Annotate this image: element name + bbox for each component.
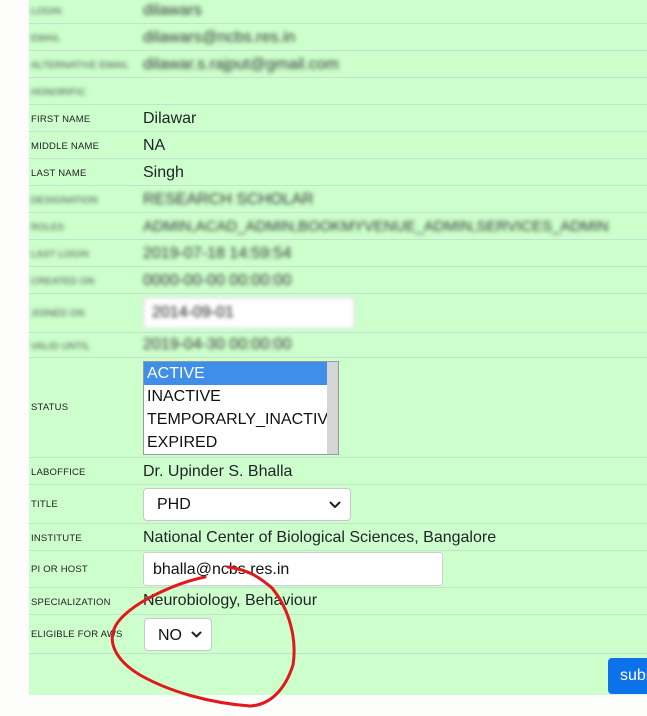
eligible-for-aws-select[interactable]: NO xyxy=(144,618,212,651)
row-honorific: HONORIFIC xyxy=(29,78,647,105)
chevron-down-icon xyxy=(191,631,202,638)
status-option-inactive[interactable]: INACTIVE xyxy=(144,385,338,408)
alternative-email-value: dilawar.s.rajput@gmail.com xyxy=(143,56,339,73)
row-status: STATUS ACTIVE INACTIVE TEMPORARLY_INACTI… xyxy=(29,358,647,458)
pi-or-host-label: PI OR HOST xyxy=(31,564,88,575)
row-last-login: LAST LOGIN 2019-07-18 14:59:54 xyxy=(29,240,647,267)
first-name-value: Dilawar xyxy=(143,110,197,127)
row-laboffice: LABOFFICE Dr. Upinder S. Bhalla xyxy=(29,458,647,485)
valid-until-label: VALID UNTIL xyxy=(31,341,91,352)
pi-or-host-input[interactable]: bhalla@ncbs.res.in xyxy=(143,552,443,586)
status-listbox-scrollbar[interactable] xyxy=(327,362,338,454)
status-option-active[interactable]: ACTIVE xyxy=(144,362,338,385)
title-select-value: PHD xyxy=(157,496,191,513)
row-login: LOGIN dilawars xyxy=(29,0,647,24)
created-on-value: 0000-00-00 00:00:00 xyxy=(143,272,292,289)
specialization-value: Neurobiology, Behaviour xyxy=(143,592,318,609)
row-joined-on: JOINED ON 2014-09-01 xyxy=(29,294,647,333)
login-value: dilawars xyxy=(143,2,202,19)
joined-on-label: JOINED ON xyxy=(31,308,85,319)
email-value: dilawars@ncbs.res.in xyxy=(143,29,296,46)
roles-label: ROLES xyxy=(31,222,65,233)
row-institute: INSTITUTE National Center of Biological … xyxy=(29,524,647,551)
title-label: TITLE xyxy=(31,499,58,510)
row-middle-name: MIDDLE NAME NA xyxy=(29,132,647,159)
laboffice-label: LABOFFICE xyxy=(31,467,86,478)
status-listbox[interactable]: ACTIVE INACTIVE TEMPORARLY_INACTIVE EXPI… xyxy=(143,361,339,455)
row-valid-until: VALID UNTIL 2019-04-30 00:00:00 xyxy=(29,333,647,358)
pi-or-host-value: bhalla@ncbs.res.in xyxy=(153,561,290,578)
alternative-email-label: ALTERNATIVE EMAIL xyxy=(31,60,130,71)
row-first-name: FIRST NAME Dilawar xyxy=(29,105,647,132)
eligible-for-aws-value: NO xyxy=(158,627,182,644)
row-title: TITLE PHD xyxy=(29,485,647,524)
row-email: EMAIL dilawars@ncbs.res.in xyxy=(29,24,647,51)
eligible-for-aws-label: ELIGIBLE FOR AWS xyxy=(31,629,123,640)
designation-label: DESIGNATION xyxy=(31,195,98,206)
joined-on-date-input[interactable]: 2014-09-01 xyxy=(143,297,355,329)
first-name-label: FIRST NAME xyxy=(31,114,91,125)
row-roles: ROLES ADMIN,ACAD_ADMIN,BOOKMYVENUE_ADMIN… xyxy=(29,213,647,240)
designation-value: RESEARCH SCHOLAR xyxy=(143,191,314,208)
middle-name-label: MIDDLE NAME xyxy=(31,141,100,152)
specialization-label: SPECIALIZATION xyxy=(31,597,111,608)
joined-on-value: 2014-09-01 xyxy=(152,304,234,321)
laboffice-value: Dr. Upinder S. Bhalla xyxy=(143,463,293,480)
roles-value: ADMIN,ACAD_ADMIN,BOOKMYVENUE_ADMIN,SERVI… xyxy=(143,218,609,235)
chevron-down-icon xyxy=(329,501,341,508)
last-name-value: Singh xyxy=(143,164,184,181)
created-on-label: CREATED ON xyxy=(31,276,95,287)
row-created-on: CREATED ON 0000-00-00 00:00:00 xyxy=(29,267,647,294)
institute-label: INSTITUTE xyxy=(31,533,82,544)
middle-name-value: NA xyxy=(143,137,166,154)
row-pi-or-host: PI OR HOST bhalla@ncbs.res.in xyxy=(29,551,647,588)
last-name-label: LAST NAME xyxy=(31,168,87,179)
row-designation: DESIGNATION RESEARCH SCHOLAR xyxy=(29,186,647,213)
honorific-label: HONORIFIC xyxy=(31,87,87,98)
row-alternative-email: ALTERNATIVE EMAIL dilawar.s.rajput@gmail… xyxy=(29,51,647,78)
valid-until-value: 2019-04-30 00:00:00 xyxy=(143,336,292,353)
submit-button[interactable]: submit xyxy=(608,658,647,694)
last-login-value: 2019-07-18 14:59:54 xyxy=(143,245,292,262)
last-login-label: LAST LOGIN xyxy=(31,249,89,260)
status-label: STATUS xyxy=(31,402,69,413)
row-specialization: SPECIALIZATION Neurobiology, Behaviour xyxy=(29,588,647,615)
row-last-name: LAST NAME Singh xyxy=(29,159,647,186)
status-option-expired[interactable]: EXPIRED xyxy=(144,431,338,454)
row-eligible-for-aws: ELIGIBLE FOR AWS NO xyxy=(29,615,647,654)
institute-value: National Center of Biological Sciences, … xyxy=(143,529,497,546)
status-option-temporarly-inactive[interactable]: TEMPORARLY_INACTIVE xyxy=(144,408,338,431)
title-select[interactable]: PHD xyxy=(143,488,351,521)
login-label: LOGIN xyxy=(31,6,62,17)
email-label: EMAIL xyxy=(31,33,61,44)
